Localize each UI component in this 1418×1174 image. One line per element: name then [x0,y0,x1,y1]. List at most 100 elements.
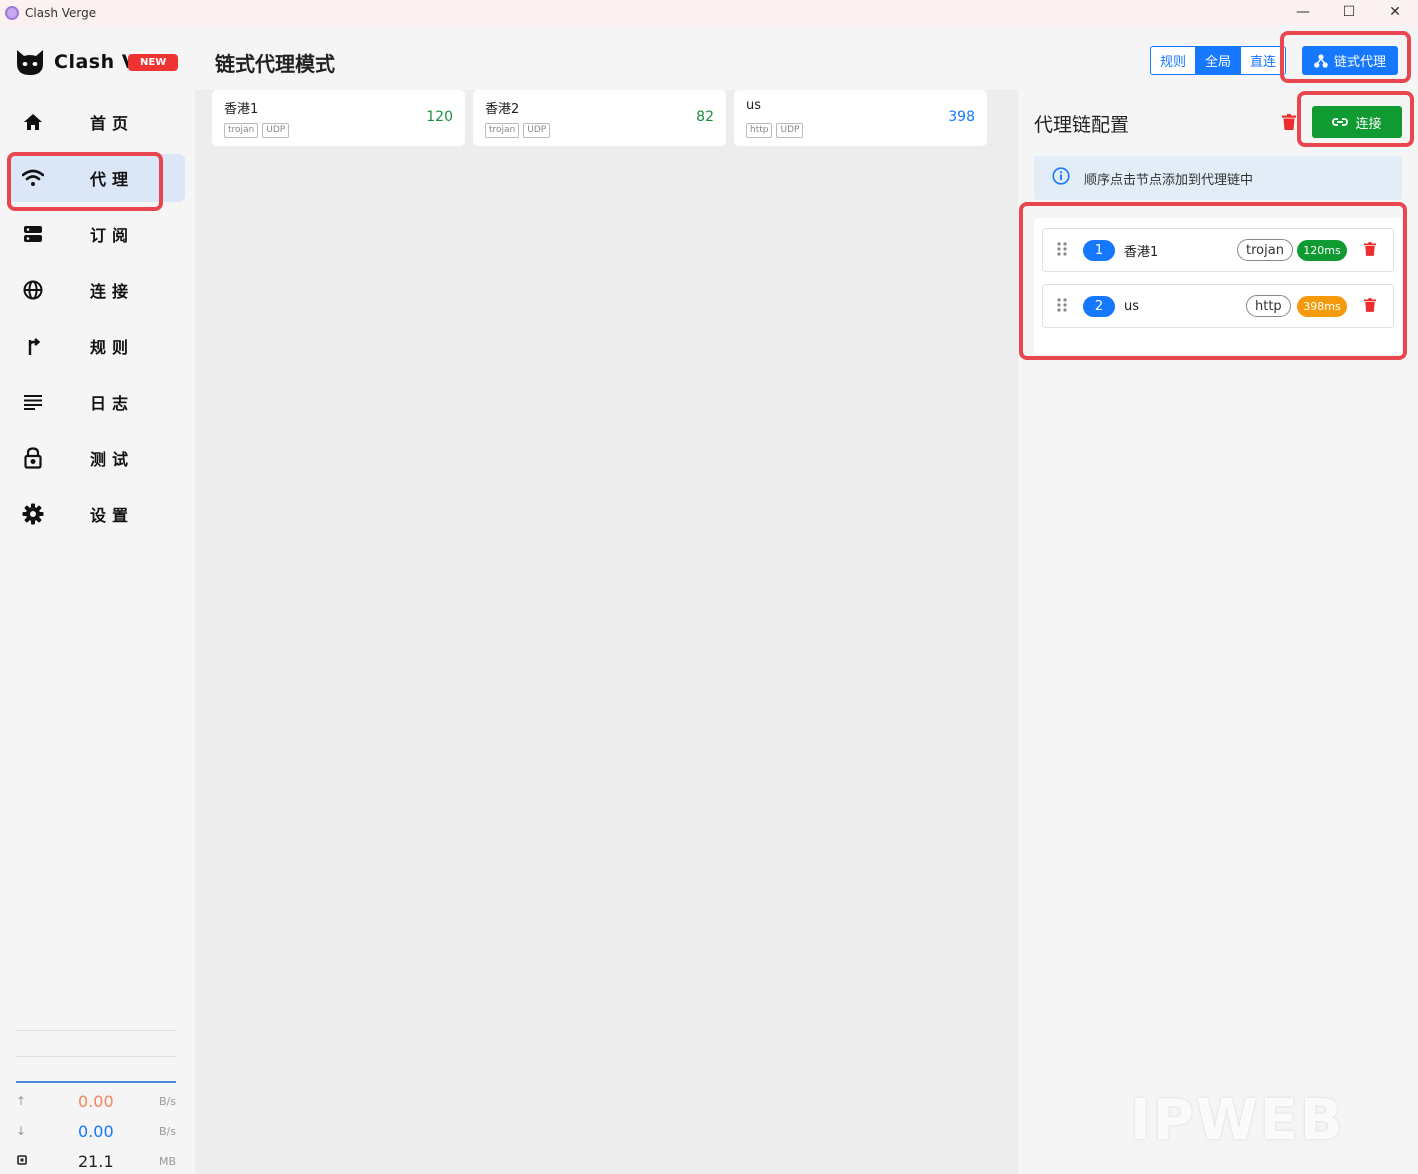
connect-button[interactable]: 连接 [1312,106,1402,138]
chain-item[interactable]: 1 香港1 trojan 120ms [1042,228,1394,272]
proxy-type-tag: http [746,123,773,138]
download-unit: B/s [159,1124,176,1138]
sidebar-item-logs[interactable]: 日志 [10,378,185,426]
sidebar-divider [16,1056,176,1057]
nav-menu: 首页 代理 订阅 连接 规则 日志 测试 设置 [0,98,195,546]
proxy-name: us [746,98,762,113]
main-content: 链式代理模式 规则 全局 直连 链式代理 香港1 120 trojan UDP … [195,26,1418,1174]
chain-item-name: us [1124,298,1140,314]
title-bar: Clash Verge — ☐ ✕ [0,0,1418,26]
download-speed: ↓ 0.00 B/s [16,1120,176,1142]
link-icon [1332,118,1349,126]
sidebar-item-connections[interactable]: 连接 [10,266,185,314]
window-title: Clash Verge [25,6,97,20]
sidebar-item-test[interactable]: 测试 [10,434,185,482]
info-text: 顺序点击节点添加到代理链中 [1084,172,1254,188]
chain-item-type: trojan [1237,239,1293,261]
sidebar-item-label: 连接 [90,282,135,301]
list-icon [22,391,44,413]
wifi-icon [22,167,44,189]
chain-order-badge: 2 [1083,295,1115,317]
sidebar-divider [16,1030,176,1031]
memory-unit: MB [158,1154,176,1168]
proxy-udp-tag: UDP [776,123,804,138]
maximize-button[interactable]: ☐ [1326,0,1372,24]
drag-handle-icon[interactable] [1057,241,1067,260]
proxy-tags: trojan UDP [485,123,551,138]
lock-icon [22,447,44,469]
info-alert: 顺序点击节点添加到代理链中 [1034,156,1402,200]
proxy-tags: http UDP [746,123,804,138]
arrow-up-icon: ↑ [16,1094,27,1108]
chain-config-panel: 代理链配置 连接 顺序点击节点添加到代理链中 1 香港1 trojan 120m… [1018,90,1418,1174]
sidebar-item-subscription[interactable]: 订阅 [10,210,185,258]
proxy-card[interactable]: 香港1 120 trojan UDP [212,90,465,146]
upload-value: 0.00 [78,1091,114,1111]
page-title: 链式代理模式 [215,52,335,76]
memory-value: 21.1 [78,1151,114,1171]
chain-config-title: 代理链配置 [1034,114,1130,136]
mode-direct-button[interactable]: 直连 [1241,47,1285,74]
sidebar-item-label: 订阅 [90,226,135,245]
proxy-tags: trojan UDP [224,123,290,138]
chain-proxy-label: 链式代理 [1333,55,1386,70]
close-button[interactable]: ✕ [1372,0,1418,24]
chain-item-type: http [1246,295,1291,317]
proxy-name: 香港1 [224,102,259,117]
sidebar-item-label: 代理 [90,170,135,189]
proxy-udp-tag: UDP [262,123,290,138]
logo: Clash V [14,46,137,78]
mode-global-button[interactable]: 全局 [1196,47,1242,74]
download-value: 0.00 [78,1121,114,1141]
home-icon [22,111,44,133]
chain-item-delay: 398ms [1297,295,1347,317]
sidebar-item-rules[interactable]: 规则 [10,322,185,370]
remove-item-trash-icon[interactable] [1364,241,1376,260]
globe-icon [22,279,44,301]
minimize-button[interactable]: — [1280,0,1326,24]
sidebar-item-label: 规则 [90,338,135,357]
proxy-udp-tag: UDP [523,123,551,138]
cat-logo-icon [17,50,43,75]
proxy-delay[interactable]: 82 [696,109,714,125]
sidebar-item-settings[interactable]: 设置 [10,490,185,538]
drag-handle-icon[interactable] [1057,297,1067,316]
proxy-card[interactable]: 香港2 82 trojan UDP [473,90,726,146]
new-badge: NEW [128,54,179,71]
app-icon [5,6,19,20]
remove-item-trash-icon[interactable] [1364,297,1376,316]
proxy-delay[interactable]: 398 [948,109,975,125]
sidebar-item-proxy[interactable]: 代理 [10,154,185,202]
logo-text: Clash V [54,51,137,73]
proxy-type-tag: trojan [224,123,259,138]
memory-usage: 21.1 MB [16,1150,176,1172]
sidebar-item-label: 日志 [90,394,135,413]
sidebar: Clash V NEW 首页 代理 订阅 连接 规则 日志 测试 设置 ↑ 0.… [0,26,195,1174]
upload-unit: B/s [159,1094,176,1108]
proxy-card[interactable]: us 398 http UDP [734,90,987,146]
window-controls: — ☐ ✕ [1280,0,1418,26]
traffic-graph-line [16,1081,176,1083]
network-icon [1314,53,1328,68]
proxy-delay[interactable]: 120 [426,109,453,125]
watermark: IPWEB [1130,1088,1345,1153]
mode-selector: 规则 全局 直连 [1150,46,1287,75]
proxy-type-tag: trojan [485,123,520,138]
clear-chain-trash-icon[interactable] [1282,114,1296,134]
connect-label: 连接 [1355,116,1382,132]
proxy-name: 香港2 [485,102,520,117]
upload-speed: ↑ 0.00 B/s [16,1090,176,1112]
proxy-list: 香港1 120 trojan UDP 香港2 82 trojan UDP us … [212,90,987,146]
arrow-down-icon: ↓ [16,1124,27,1138]
chain-list: 1 香港1 trojan 120ms 2 us http 398ms [1034,218,1402,354]
chain-order-badge: 1 [1083,239,1115,261]
sidebar-item-label: 首页 [90,114,135,133]
chain-proxy-button[interactable]: 链式代理 [1302,46,1398,75]
memory-icon [16,1154,32,1169]
sidebar-item-home[interactable]: 首页 [10,98,185,146]
chain-item-delay: 120ms [1297,239,1347,261]
chain-item[interactable]: 2 us http 398ms [1042,284,1394,328]
server-icon [22,223,44,245]
mode-rule-button[interactable]: 规则 [1151,47,1197,74]
chain-item-name: 香港1 [1124,244,1159,260]
